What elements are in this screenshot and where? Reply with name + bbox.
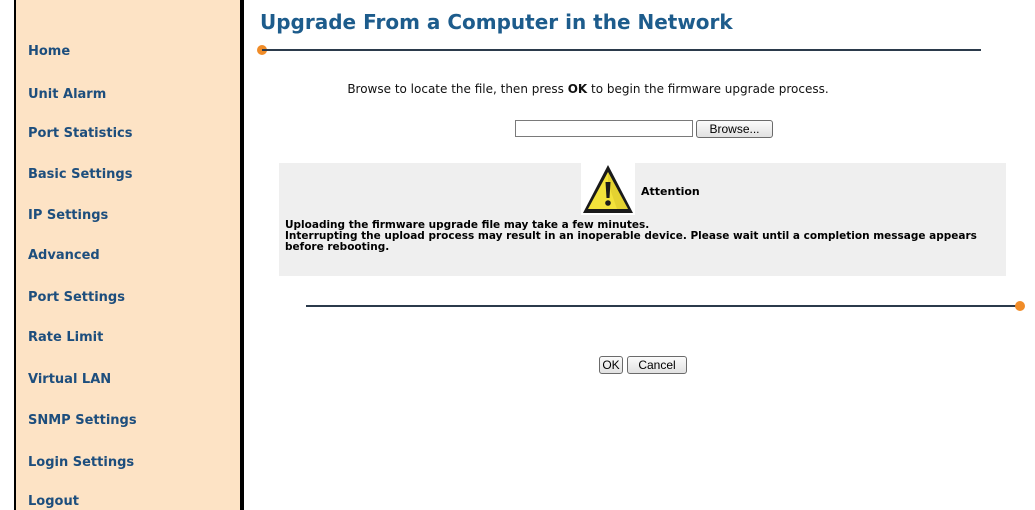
sidebar-item-login-settings[interactable]: Login Settings — [28, 455, 134, 470]
sidebar-item-port-statistics[interactable]: Port Statistics — [28, 126, 132, 141]
sidebar-item-unit-alarm[interactable]: Unit Alarm — [28, 87, 106, 102]
attention-line: Interrupting the upload process may resu… — [285, 230, 977, 253]
sidebar: Home Unit Alarm Port Statistics Basic Se… — [14, 0, 244, 510]
sidebar-item-ip-settings[interactable]: IP Settings — [28, 208, 108, 223]
instruction-text-end: to begin the firmware upgrade process. — [587, 82, 829, 96]
browse-button[interactable]: Browse... — [696, 120, 773, 138]
instruction-text: Browse to locate the file, then press OK… — [248, 82, 928, 96]
file-path-input[interactable] — [515, 120, 693, 137]
cancel-button[interactable]: Cancel — [627, 356, 687, 374]
attention-title: Attention — [641, 185, 700, 198]
sidebar-item-logout[interactable]: Logout — [28, 494, 79, 509]
sidebar-item-rate-limit[interactable]: Rate Limit — [28, 330, 103, 345]
sidebar-item-advanced[interactable]: Advanced — [28, 248, 100, 263]
sidebar-item-port-settings[interactable]: Port Settings — [28, 290, 125, 305]
attention-box: Attention Uploading the firmware upgrade… — [279, 163, 1006, 276]
top-divider — [262, 49, 981, 51]
bottom-rule-dot — [1015, 301, 1025, 311]
instruction-text-start: Browse to locate the file, then press — [347, 82, 568, 96]
page-title: Upgrade From a Computer in the Network — [260, 10, 733, 34]
ok-button[interactable]: OK — [599, 356, 623, 374]
bottom-divider — [306, 305, 1018, 307]
sidebar-item-home[interactable]: Home — [28, 44, 70, 59]
main-content: Upgrade From a Computer in the Network B… — [248, 0, 1035, 510]
warning-icon — [581, 163, 635, 215]
attention-message: Uploading the firmware upgrade file may … — [285, 220, 1003, 253]
sidebar-item-virtual-lan[interactable]: Virtual LAN — [28, 372, 111, 387]
sidebar-item-basic-settings[interactable]: Basic Settings — [28, 167, 132, 182]
sidebar-item-snmp-settings[interactable]: SNMP Settings — [28, 413, 137, 428]
instruction-text-ok: OK — [567, 82, 588, 96]
